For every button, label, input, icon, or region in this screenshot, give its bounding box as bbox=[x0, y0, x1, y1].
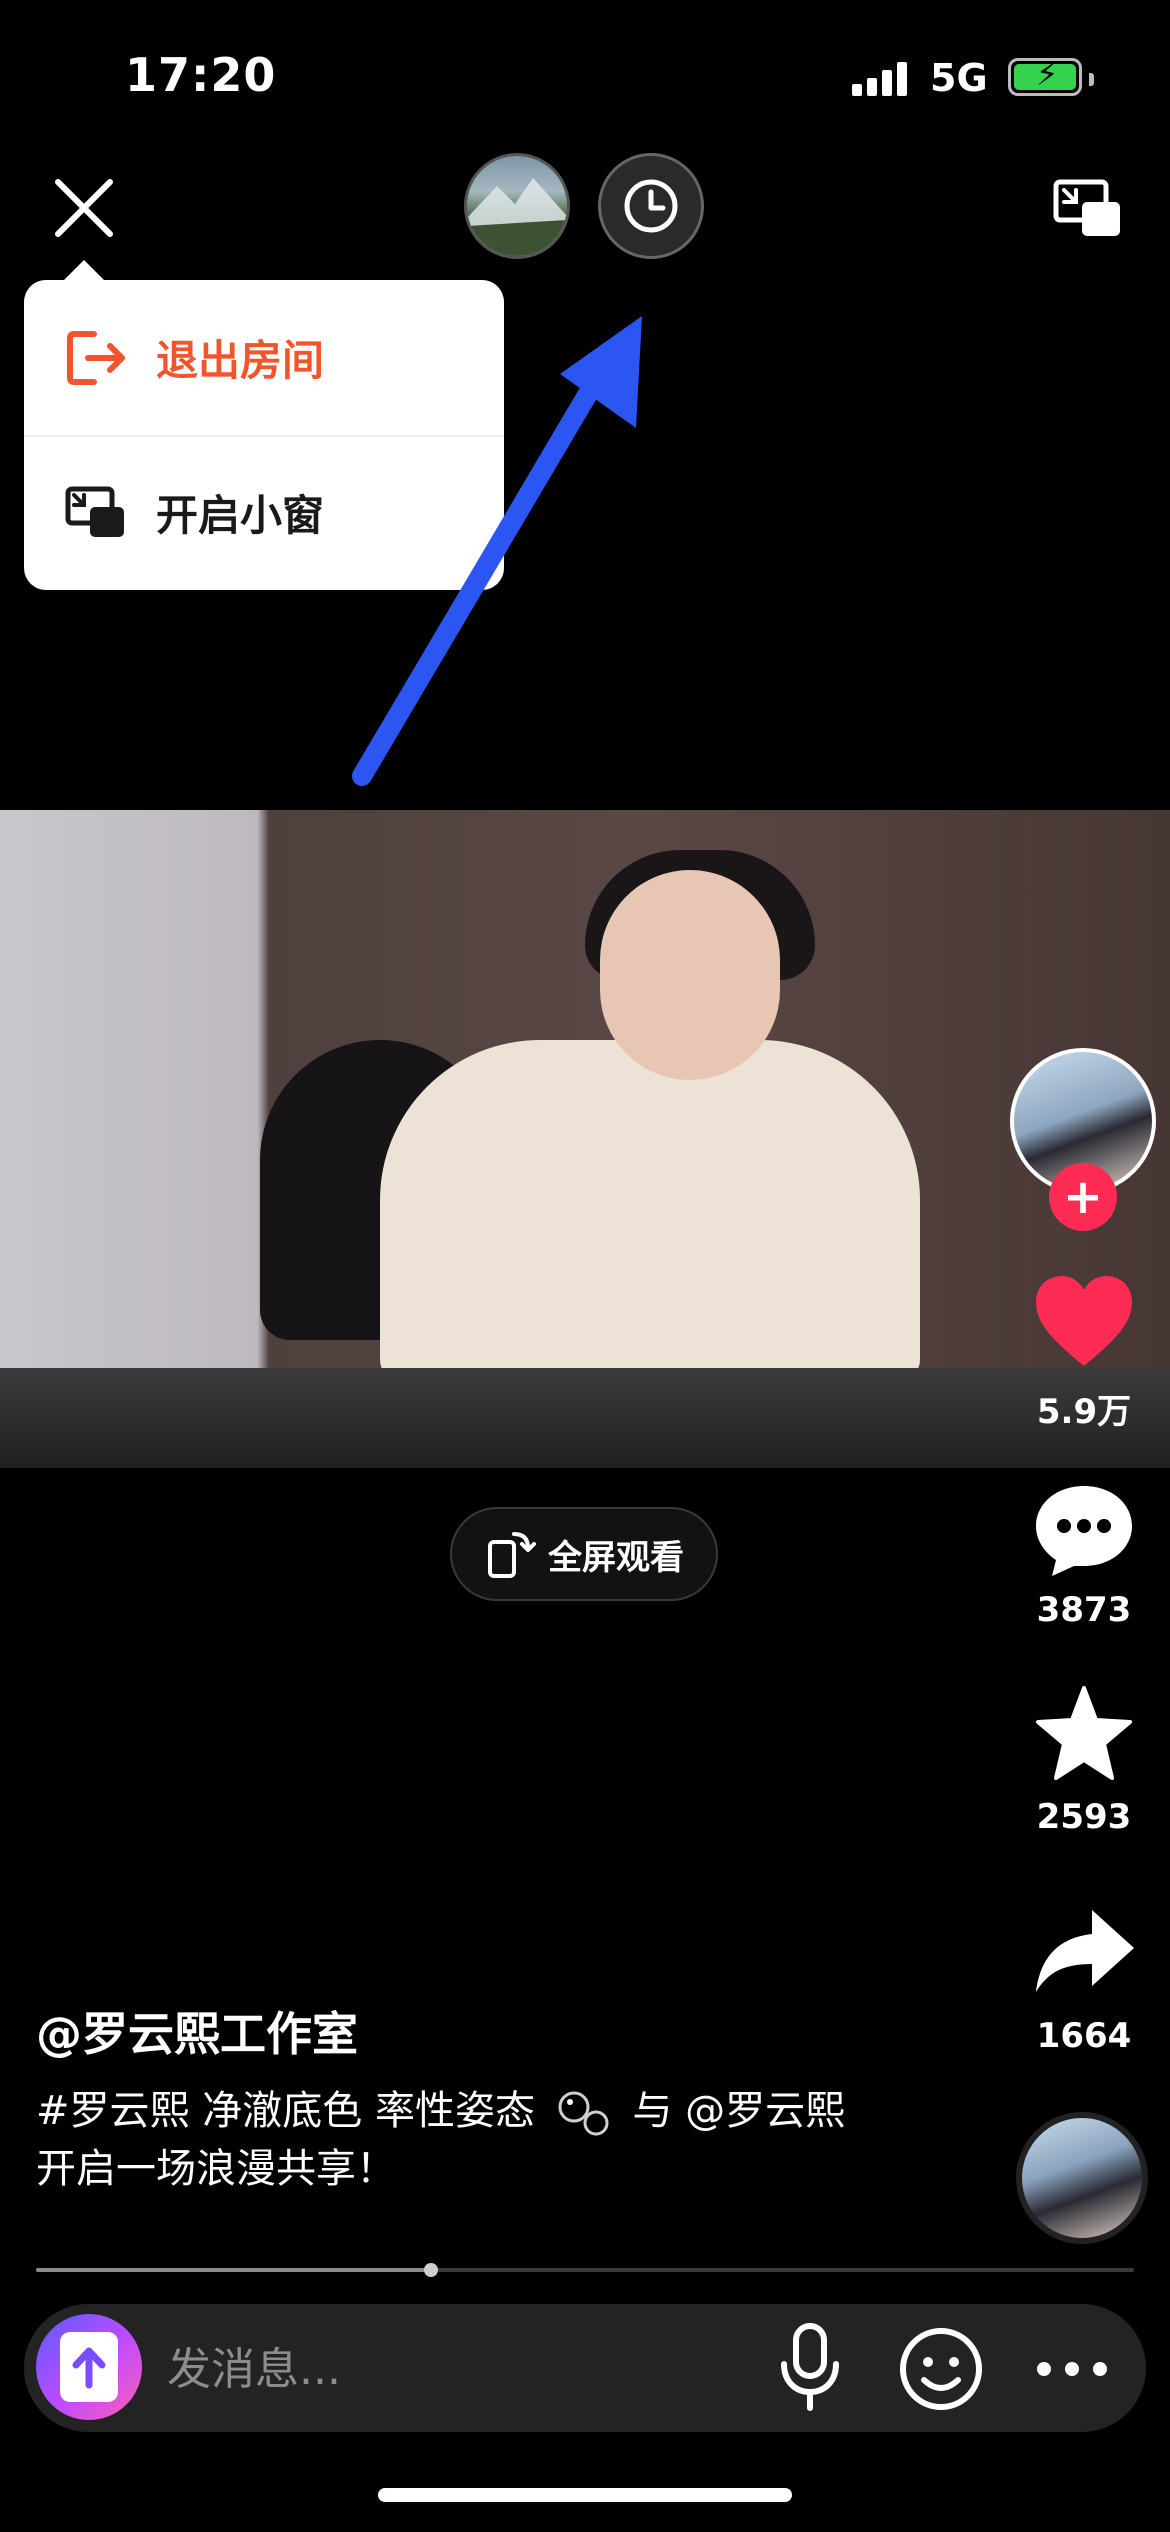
like-button[interactable] bbox=[1030, 1272, 1138, 1372]
close-icon bbox=[55, 179, 113, 237]
battery-icon: ⚡ bbox=[1008, 58, 1094, 96]
viewer-avatar-landscape[interactable] bbox=[464, 153, 570, 259]
emoji-button[interactable] bbox=[898, 2326, 984, 2412]
annotation-arrow bbox=[352, 316, 642, 786]
microphone-button[interactable] bbox=[774, 2322, 846, 2412]
fullscreen-label: 全屏观看 bbox=[548, 1537, 684, 1578]
video-player[interactable] bbox=[0, 810, 1170, 1468]
comment-count: 3873 bbox=[1036, 1590, 1132, 1630]
progress-handle[interactable] bbox=[424, 2263, 439, 2277]
emoji-icon bbox=[900, 2328, 982, 2410]
status-time: 17:20 bbox=[125, 48, 277, 102]
rotate-screen-icon bbox=[488, 1532, 536, 1578]
fullscreen-button[interactable]: 全屏观看 bbox=[450, 1507, 718, 1601]
signal-icon bbox=[852, 60, 907, 96]
picture-in-picture-button[interactable] bbox=[1052, 178, 1124, 240]
microphone-icon bbox=[781, 2323, 839, 2411]
heart-icon bbox=[1036, 1276, 1132, 1366]
mountain-icon bbox=[467, 178, 567, 256]
caption-text-part1: #罗云熙 净澈底色 率性姿态 bbox=[36, 2088, 535, 2134]
favorite-count: 2593 bbox=[1036, 1797, 1132, 1837]
like-count: 5.9万 bbox=[1036, 1392, 1132, 1432]
comment-button[interactable] bbox=[1030, 1480, 1138, 1580]
video-progress-bar[interactable] bbox=[36, 2263, 1134, 2277]
more-dots-icon bbox=[1037, 2362, 1107, 2376]
progress-played bbox=[36, 2268, 432, 2272]
picture-in-picture-icon bbox=[1053, 179, 1120, 236]
follow-button[interactable]: + bbox=[1049, 1163, 1117, 1231]
music-disc[interactable] bbox=[1016, 2112, 1148, 2244]
exit-room-icon bbox=[67, 330, 125, 385]
favorite-button[interactable] bbox=[1030, 1684, 1138, 1784]
close-button[interactable] bbox=[48, 172, 120, 244]
share-arrow-icon bbox=[1036, 1910, 1134, 1992]
more-button[interactable] bbox=[1034, 2346, 1110, 2392]
upload-arrow-icon bbox=[72, 2347, 106, 2389]
share-button[interactable] bbox=[1030, 1904, 1138, 2004]
share-count: 1664 bbox=[1036, 2016, 1132, 2056]
home-indicator[interactable] bbox=[378, 2488, 792, 2502]
menu-pointer bbox=[62, 260, 106, 282]
bubbles-emoji-icon bbox=[558, 2091, 609, 2136]
author-name[interactable]: @罗云熙工作室 bbox=[36, 1998, 358, 2064]
message-input[interactable] bbox=[165, 2330, 729, 2408]
network-label: 5G bbox=[930, 56, 988, 100]
menu-item-label: 退出房间 bbox=[156, 336, 325, 385]
plus-icon: + bbox=[1062, 1169, 1104, 1225]
upload-button[interactable] bbox=[36, 2314, 142, 2420]
star-icon bbox=[1036, 1686, 1132, 1780]
video-caption: #罗云熙 净澈底色 率性姿态 与 @罗云熙 开启一场浪漫共享！ bbox=[36, 2082, 876, 2198]
history-button[interactable] bbox=[598, 153, 704, 259]
mini-window-icon bbox=[65, 486, 124, 537]
clock-icon bbox=[624, 179, 678, 233]
menu-item-label: 开启小窗 bbox=[156, 491, 325, 540]
